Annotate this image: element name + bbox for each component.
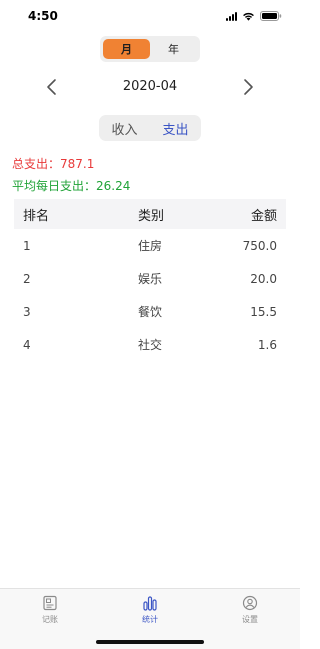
table-row[interactable]: 1 住房 750.0 [14, 229, 286, 262]
ledger-icon [42, 595, 58, 611]
daily-average-text: 平均每日支出：26.24 [12, 179, 131, 193]
row-category: 娱乐 [138, 272, 163, 286]
row-amount: 20.0 [250, 271, 277, 286]
row-amount: 15.5 [250, 304, 277, 319]
cellular-signal-icon [226, 11, 237, 21]
tab-ledger[interactable]: 记账 [20, 595, 80, 629]
table-row[interactable]: 4 社交 1.6 [14, 328, 286, 361]
table-row[interactable]: 3 餐饮 15.5 [14, 295, 286, 328]
expense-toggle-button[interactable]: 支出 [150, 115, 201, 141]
income-expense-toggle: 收入 支出 [99, 115, 201, 141]
row-category: 餐饮 [138, 305, 163, 319]
home-indicator [96, 640, 204, 644]
user-circle-icon [242, 595, 258, 611]
category-column-header: 类别 [138, 208, 165, 224]
battery-icon [260, 11, 282, 21]
rank-column-header: 排名 [23, 208, 50, 224]
tab-statistics[interactable]: 统计 [120, 595, 180, 629]
wifi-icon [242, 12, 255, 21]
month-toggle-button[interactable]: 月 [103, 39, 150, 59]
total-expense-text: 总支出：787.1 [12, 157, 95, 171]
status-time: 4:50 [28, 9, 58, 23]
period-toggle: 月 年 [100, 36, 200, 62]
row-category: 住房 [138, 239, 163, 253]
tab-ledger-label: 记账 [42, 615, 58, 624]
chevron-right-icon[interactable] [240, 78, 256, 96]
table-row[interactable]: 2 娱乐 20.0 [14, 262, 286, 295]
tab-settings-label: 设置 [242, 615, 258, 624]
row-rank: 3 [23, 304, 31, 319]
table-header: 排名 类别 金额 [14, 199, 286, 229]
ranking-table: 排名 类别 金额 1 住房 750.0 2 娱乐 20.0 3 餐饮 15.5 … [14, 199, 286, 361]
status-icons [226, 11, 282, 21]
amount-column-header: 金额 [250, 208, 277, 224]
row-rank: 2 [23, 271, 31, 286]
income-toggle-button[interactable]: 收入 [99, 115, 150, 141]
row-category: 社交 [138, 338, 163, 352]
year-toggle-button[interactable]: 年 [150, 39, 197, 59]
row-amount: 750.0 [242, 238, 277, 253]
tab-statistics-label: 统计 [142, 615, 158, 624]
row-rank: 1 [23, 238, 31, 253]
status-bar: 4:50 [0, 0, 300, 34]
row-amount: 1.6 [257, 337, 277, 352]
row-rank: 4 [23, 337, 31, 352]
date-navigator: 2020-04 [0, 72, 300, 102]
bar-chart-icon [142, 595, 158, 611]
tab-settings[interactable]: 设置 [220, 595, 280, 629]
